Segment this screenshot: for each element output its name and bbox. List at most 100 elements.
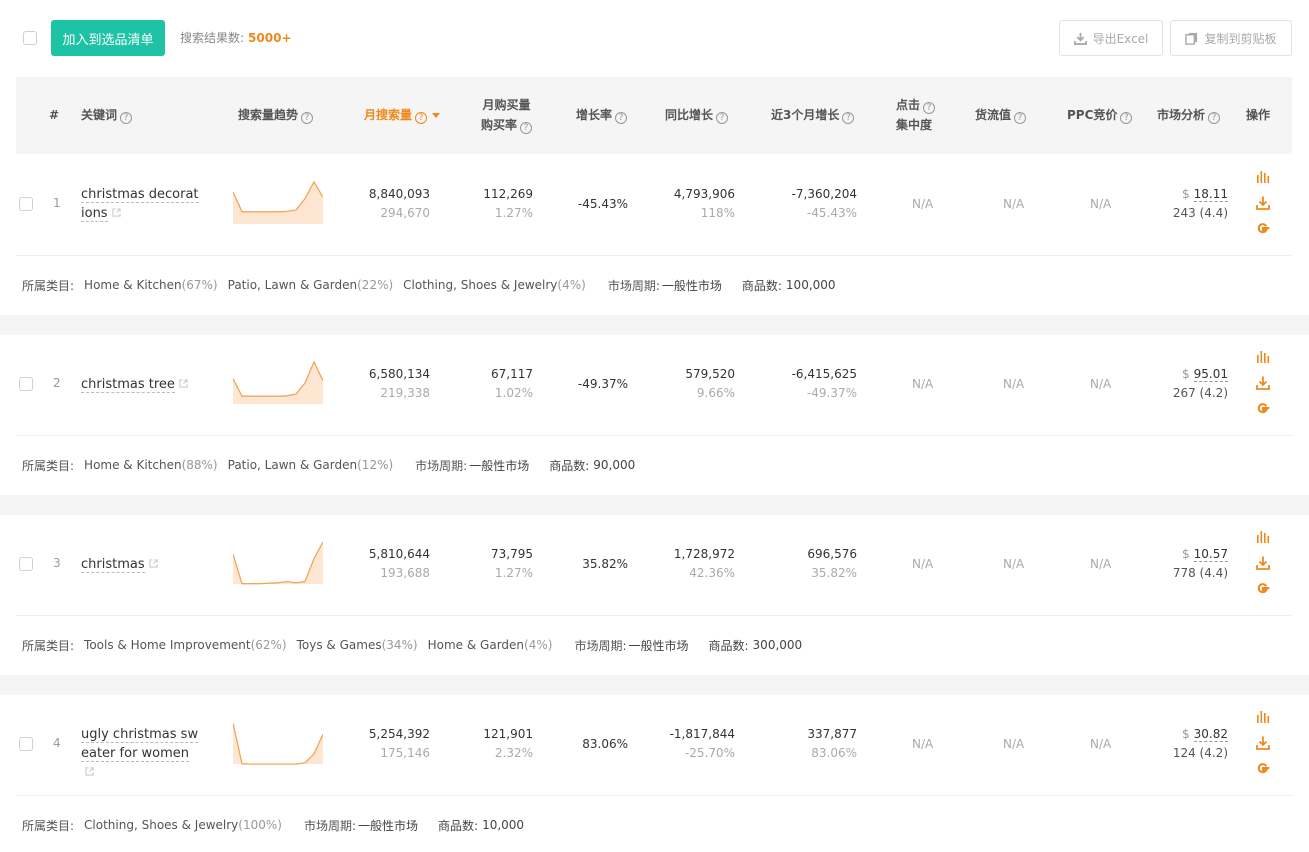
- external-link-icon[interactable]: [111, 208, 121, 217]
- col-ppc-label: PPC竞价: [1067, 108, 1118, 122]
- category-item[interactable]: Clothing, Shoes & Jewelry(100%): [84, 818, 282, 832]
- market-cycle-value: 一般性市场: [469, 458, 530, 473]
- last3-pct: 83.06%: [811, 746, 857, 760]
- help-icon[interactable]: ?: [415, 112, 428, 124]
- row-checkbox[interactable]: [19, 557, 33, 571]
- col-market-analysis-label: 市场分析: [1157, 108, 1206, 122]
- bar-chart-icon[interactable]: [1255, 709, 1271, 725]
- help-icon[interactable]: ?: [520, 122, 533, 134]
- avg-price[interactable]: 30.82: [1193, 727, 1228, 742]
- help-icon[interactable]: ?: [842, 112, 855, 124]
- click-concentration-value: N/A: [912, 377, 934, 391]
- search-trend-sparkline[interactable]: [233, 180, 323, 226]
- external-link-icon[interactable]: [179, 379, 188, 388]
- goods-count-value: 300,000: [752, 638, 803, 652]
- download-icon[interactable]: [1255, 555, 1271, 571]
- help-icon[interactable]: ?: [716, 112, 729, 124]
- col-search-trend[interactable]: 搜索量趋势?: [238, 105, 314, 125]
- category-item[interactable]: Patio, Lawn & Garden(12%): [228, 458, 394, 472]
- row-checkbox[interactable]: [19, 737, 33, 751]
- help-icon[interactable]: ?: [1120, 112, 1133, 124]
- last3-value: -6,415,625: [791, 367, 857, 381]
- help-icon[interactable]: ?: [301, 112, 314, 124]
- external-link-icon[interactable]: [85, 767, 94, 776]
- keyword-text-line2[interactable]: eater for women: [81, 746, 190, 762]
- keyword-link[interactable]: christmas tree: [81, 375, 206, 394]
- copy-to-clipboard-button[interactable]: 复制到剪贴板: [1170, 20, 1292, 56]
- col-monthly-search[interactable]: 月搜索量?: [364, 105, 441, 125]
- category-item[interactable]: Home & Kitchen(88%): [84, 458, 218, 472]
- category-item[interactable]: Home & Kitchen(67%): [84, 278, 218, 292]
- category-name[interactable]: Home & Garden: [428, 638, 524, 652]
- select-all-checkbox[interactable]: [23, 31, 37, 45]
- search-trend-sparkline[interactable]: [233, 540, 323, 586]
- avg-price[interactable]: 10.57: [1193, 547, 1228, 562]
- help-icon[interactable]: ?: [1208, 112, 1221, 124]
- col-keyword[interactable]: 关键词?: [81, 105, 133, 125]
- keyword-text[interactable]: christmas tree: [81, 377, 175, 393]
- download-icon[interactable]: [1255, 375, 1271, 391]
- sort-desc-icon[interactable]: [432, 113, 441, 118]
- category-item[interactable]: Patio, Lawn & Garden(22%): [228, 278, 394, 292]
- col-last3[interactable]: 近3个月增长?: [771, 105, 855, 125]
- category-item[interactable]: Clothing, Shoes & Jewelry(4%): [403, 278, 586, 292]
- category-name[interactable]: Clothing, Shoes & Jewelry: [84, 818, 238, 832]
- category-item[interactable]: Home & Garden(4%): [428, 638, 553, 652]
- help-icon[interactable]: ?: [120, 112, 133, 124]
- help-icon[interactable]: ?: [615, 112, 628, 124]
- bar-chart-icon[interactable]: [1255, 169, 1271, 185]
- download-icon[interactable]: [1255, 195, 1271, 211]
- keyword-link[interactable]: christmas decorat ions: [81, 185, 206, 223]
- search-trend-sparkline[interactable]: [233, 360, 323, 406]
- row-index: 4: [53, 736, 61, 750]
- row-checkbox[interactable]: [19, 197, 33, 211]
- result-count-value: 5000+: [248, 31, 292, 45]
- category-item[interactable]: Tools & Home Improvement(62%): [84, 638, 287, 652]
- col-monthly-purchase[interactable]: 月购买量 购买率?: [481, 95, 533, 135]
- help-icon[interactable]: ?: [923, 102, 936, 114]
- category-name[interactable]: Home & Kitchen: [84, 458, 182, 472]
- trend-area: [233, 541, 323, 584]
- col-ppc[interactable]: PPC竞价?: [1067, 105, 1133, 125]
- bar-chart-icon[interactable]: [1255, 529, 1271, 545]
- keyword-text-line1[interactable]: ugly christmas sw: [81, 727, 199, 743]
- col-growth[interactable]: 增长率?: [576, 105, 628, 125]
- avg-price[interactable]: 18.11: [1193, 187, 1228, 202]
- keyword-link[interactable]: ugly christmas sw eater for women: [81, 725, 206, 782]
- keyword-text[interactable]: christmas: [81, 557, 145, 573]
- last3-pct: 35.82%: [811, 566, 857, 580]
- monthly-purchase-value: 112,269: [483, 187, 533, 201]
- google-icon[interactable]: [1255, 581, 1271, 597]
- category-name[interactable]: Home & Kitchen: [84, 278, 182, 292]
- category-item[interactable]: Toys & Games(34%): [297, 638, 418, 652]
- category-name[interactable]: Patio, Lawn & Garden: [228, 458, 358, 472]
- ppc-value: N/A: [1090, 737, 1112, 751]
- download-icon[interactable]: [1255, 735, 1271, 751]
- add-to-selection-list-button[interactable]: 加入到选品清单: [51, 20, 165, 56]
- export-excel-button[interactable]: 导出Excel: [1059, 20, 1163, 56]
- col-goods-value[interactable]: 货流值?: [975, 105, 1027, 125]
- keyword-link[interactable]: christmas: [81, 555, 206, 574]
- click-concentration-value: N/A: [912, 197, 934, 211]
- keyword-text-line1[interactable]: christmas decorat: [81, 187, 199, 203]
- search-result-count: 搜索结果数: 5000+: [180, 29, 292, 46]
- category-name[interactable]: Clothing, Shoes & Jewelry: [403, 278, 557, 292]
- col-yoy[interactable]: 同比增长?: [665, 105, 729, 125]
- download-icon: [1073, 32, 1087, 45]
- external-link-icon[interactable]: [148, 559, 158, 568]
- category-name[interactable]: Tools & Home Improvement: [84, 638, 251, 652]
- col-market-analysis[interactable]: 市场分析?: [1157, 105, 1221, 125]
- keyword-text-line2[interactable]: ions: [81, 206, 108, 222]
- growth-rate-value: -45.43%: [577, 197, 628, 211]
- google-icon[interactable]: [1255, 401, 1271, 417]
- avg-price[interactable]: 95.01: [1193, 367, 1228, 382]
- help-icon[interactable]: ?: [1014, 112, 1027, 124]
- category-name[interactable]: Toys & Games: [297, 638, 382, 652]
- search-trend-sparkline[interactable]: [233, 720, 323, 766]
- category-name[interactable]: Patio, Lawn & Garden: [228, 278, 358, 292]
- col-click-concentration[interactable]: 点击? 集中度: [896, 95, 936, 135]
- bar-chart-icon[interactable]: [1255, 349, 1271, 365]
- row-checkbox[interactable]: [19, 377, 33, 391]
- google-icon[interactable]: [1255, 221, 1271, 237]
- google-icon[interactable]: [1255, 761, 1271, 777]
